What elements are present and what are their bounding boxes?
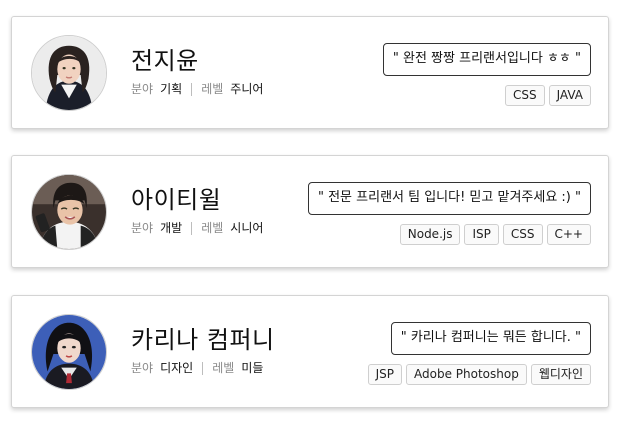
level-label: 레벨 (201, 221, 224, 235)
skill-tags: CSS JAVA (504, 85, 591, 106)
field-label: 분야 (131, 221, 154, 235)
person-photo-icon (32, 36, 106, 110)
skill-tag[interactable]: CSS (502, 224, 543, 245)
skill-tags: JSP Adobe Photoshop 웹디자인 (367, 364, 591, 385)
level-label: 레벨 (212, 361, 235, 375)
skill-tag[interactable]: ISP (464, 224, 499, 245)
field-label: 분야 (131, 361, 154, 375)
intro-bubble: " 전문 프리랜서 팀 입니다! 믿고 맡겨주세요 :) " (307, 182, 591, 215)
level-value: 미들 (241, 361, 264, 375)
level-value: 주니어 (230, 82, 264, 96)
intro-bubble: " 완전 짱짱 프리랜서입니다 ㅎㅎ " (382, 43, 591, 76)
profile-name: 전지윤 (131, 47, 199, 75)
profile-name: 카리나 컴퍼니 (131, 326, 275, 354)
profile-card[interactable]: 전지윤 분야 기획 레벨 주니어 " 완전 짱짱 프리랜서입니다 ㅎㅎ " CS… (11, 16, 609, 129)
skill-tag[interactable]: CSS (504, 85, 545, 106)
level-value: 시니어 (230, 221, 264, 235)
profile-card[interactable]: 아이티윌 분야 개발 레벨 시니어 " 전문 프리랜서 팀 입니다! 믿고 맡겨… (11, 155, 609, 268)
meta-divider (202, 361, 204, 375)
skill-tag[interactable]: JAVA (548, 85, 591, 106)
field-label: 분야 (131, 82, 154, 96)
profile-card[interactable]: 카리나 컴퍼니 분야 디자인 레벨 미들 " 카리나 컴퍼니는 뭐든 합니다. … (11, 295, 609, 408)
meta-divider (191, 82, 193, 96)
avatar (31, 35, 107, 111)
profile-meta: 분야 디자인 레벨 미들 (131, 360, 263, 376)
field-value: 디자인 (160, 361, 194, 375)
skill-tag[interactable]: JSP (367, 364, 402, 385)
intro-bubble: " 카리나 컴퍼니는 뭐든 합니다. " (390, 322, 591, 355)
field-value: 기획 (160, 82, 183, 96)
profile-name: 아이티윌 (131, 186, 222, 214)
field-value: 개발 (160, 221, 183, 235)
level-label: 레벨 (201, 82, 224, 96)
profile-meta: 분야 기획 레벨 주니어 (131, 81, 263, 97)
skill-tag[interactable]: C++ (546, 224, 591, 245)
profile-meta: 분야 개발 레벨 시니어 (131, 220, 263, 236)
avatar (31, 314, 107, 390)
skill-tag[interactable]: Node.js (399, 224, 461, 245)
skill-tags: Node.js ISP CSS C++ (399, 224, 591, 245)
person-photo-icon (32, 315, 106, 389)
skill-tag[interactable]: Adobe Photoshop (406, 364, 527, 385)
skill-tag[interactable]: 웹디자인 (530, 364, 591, 385)
avatar (31, 174, 107, 250)
person-photo-icon (32, 175, 106, 249)
meta-divider (191, 221, 193, 235)
